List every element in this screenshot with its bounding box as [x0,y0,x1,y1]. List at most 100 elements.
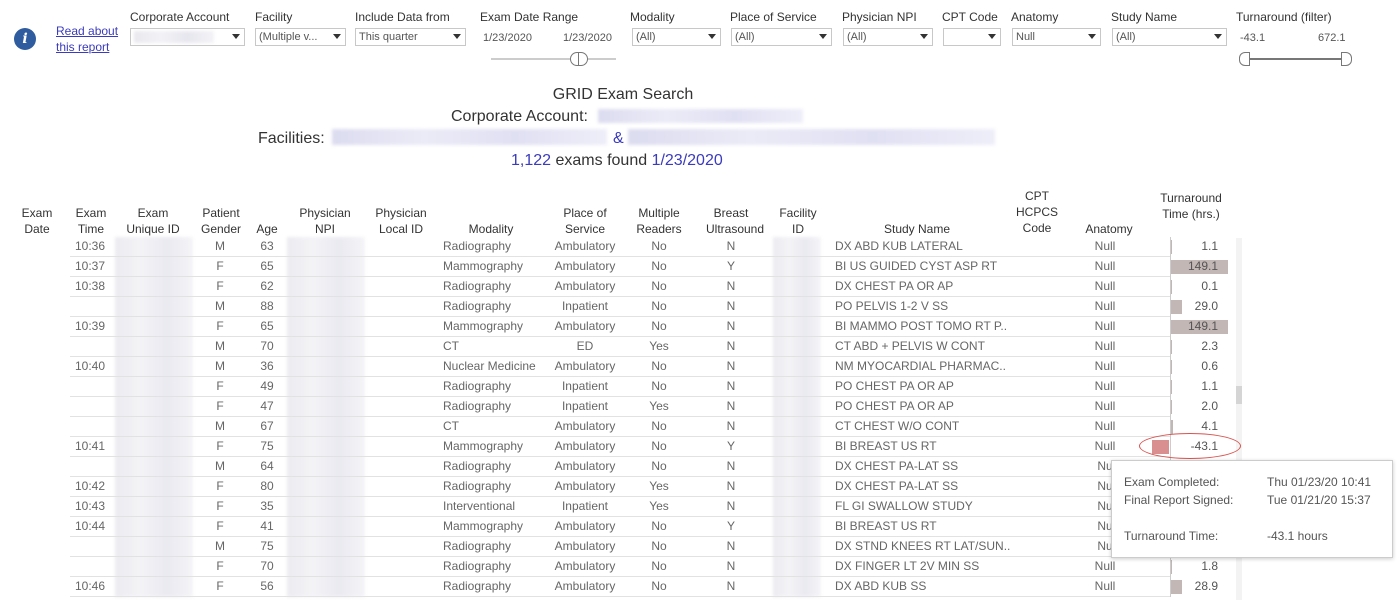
cell-age: 35 [260,499,274,513]
cell-place: Ambulatory [554,279,616,293]
cell-time: 10:46 [75,579,106,593]
cell-study: NM MYOCARDIAL PHARMAC.. [835,359,1006,373]
cell-study: BI MAMMO POST TOMO RT P.. [835,319,1008,333]
cell-multi: No [651,379,667,393]
table-row[interactable]: 10:41 F 75 Mammography Ambulatory No Y BI BREAS… [70,437,1235,457]
cell-breast: N [726,319,736,333]
table-row[interactable]: M 75 Radiography Ambulatory No N DX STND KNEES… [70,537,1235,557]
table-row[interactable]: F 49 Radiography Inpatient No N PO CHEST PA OR… [70,377,1235,397]
cell-time: 10:38 [75,279,106,293]
cell-gender: F [216,439,224,453]
tooltip-tat-value: -43.1 hours [1267,529,1328,543]
cell-gender: F [216,279,224,293]
table-row[interactable]: 10:39 F 65 Mammography Ambulatory No N BI MAMMO… [70,317,1235,337]
cell-multi: No [651,559,667,573]
table-row[interactable]: 10:44 F 41 Mammography Ambulatory No Y BI BREAS… [70,517,1235,537]
cell-place: Ambulatory [554,419,616,433]
cell-age: 67 [260,419,274,433]
cell-gender: M [215,339,225,353]
tooltip-exam-completed-value: Thu 01/23/20 10:41 [1267,475,1372,489]
bar-axis [1170,357,1171,377]
cell-multi: No [651,439,667,453]
cell-place: Ambulatory [554,359,616,373]
cell-study: DX ABD KUB LATERAL [835,239,963,253]
table-row[interactable]: 10:43 F 35 Interventional Inpatient Yes N FL GI… [70,497,1235,517]
table-row[interactable]: M 70 CT ED Yes N CT ABD + PELVIS W CONT Null 2.3 [70,337,1235,357]
cell-breast: N [726,459,736,473]
cell-gender: M [215,539,225,553]
cell-place: Inpatient [561,399,609,413]
table-row[interactable]: F 70 Radiography Ambulatory No N DX FINGER LT … [70,557,1235,577]
cell-age: 70 [260,339,274,353]
cell-time: 10:40 [75,359,106,373]
cell-age: 70 [260,559,274,573]
table-row[interactable]: M 64 Radiography Ambulatory No N DX CHEST PA-L… [70,457,1235,477]
tooltip-exam-completed-label: Exam Completed: [1124,475,1220,489]
bar-axis [1170,317,1171,337]
tooltip-final-signed-value: Tue 01/21/20 15:37 [1267,493,1371,507]
cell-anatomy: Null [1094,299,1116,313]
cell-multi: No [651,579,667,593]
cell-turnaround: 0.1 [1201,279,1218,293]
cell-age: 80 [260,479,274,493]
cell-age: 47 [260,399,274,413]
table-row[interactable]: 10:37 F 65 Mammography Ambulatory No Y BI US GU… [70,257,1235,277]
cell-breast: Y [726,439,735,453]
cell-breast: N [726,399,736,413]
table-row[interactable]: 10:36 M 63 Radiography Ambulatory No N DX ABD K… [70,237,1235,257]
cell-breast: Y [726,259,735,273]
cell-turnaround: 0.6 [1201,359,1218,373]
cell-turnaround: 29.0 [1194,299,1218,313]
cell-study: BI BREAST US RT [835,519,937,533]
table-row[interactable]: M 88 Radiography Inpatient No N PO PELVIS 1-2 … [70,297,1235,317]
cell-anatomy: Null [1094,399,1116,413]
cell-place: Inpatient [561,299,609,313]
cell-study: PO CHEST PA OR AP [835,399,954,413]
cell-multi: No [651,319,667,333]
cell-study: BI US GUIDED CYST ASP RT [835,259,998,273]
cell-breast: N [726,359,736,373]
cell-age: 65 [260,259,274,273]
table-row[interactable]: 10:46 F 56 Radiography Ambulatory No N DX ABD K… [70,577,1235,597]
bar-axis [1170,557,1171,577]
cell-anatomy: Null [1094,379,1116,393]
tooltip-tat-label: Turnaround Time: [1124,529,1219,543]
bar-axis [1170,377,1171,397]
cell-gender: F [216,499,224,513]
cell-study: PO CHEST PA OR AP [835,379,954,393]
cell-breast: N [726,339,736,353]
cell-breast: N [726,479,736,493]
table-row[interactable]: 10:40 M 36 Nuclear Medicine Ambulatory No N NM … [70,357,1235,377]
cell-breast: N [726,379,736,393]
cell-study: CT CHEST W/O CONT [835,419,960,433]
cell-breast: N [726,579,736,593]
cell-study: CT ABD + PELVIS W CONT [835,339,985,353]
cell-turnaround: 2.0 [1201,399,1218,413]
cell-turnaround: 28.9 [1194,579,1218,593]
cell-place: Ambulatory [554,479,616,493]
cell-age: 56 [260,579,274,593]
table-row[interactable]: 10:42 F 80 Radiography Ambulatory Yes N DX CHES… [70,477,1235,497]
cell-multi: No [651,419,667,433]
cell-multi: Yes [649,399,669,413]
cell-gender: M [215,359,225,373]
table-row[interactable]: 10:38 F 62 Radiography Ambulatory No N DX CHEST… [70,277,1235,297]
table-row[interactable]: F 47 Radiography Inpatient Yes N PO CHEST PA O… [70,397,1235,417]
cell-anatomy: Null [1094,439,1116,453]
cell-study: DX CHEST PA OR AP [835,279,954,293]
cell-anatomy: Null [1094,339,1116,353]
cell-study: DX CHEST PA-LAT SS [835,459,959,473]
cell-place: Ambulatory [554,319,616,333]
cell-study: DX CHEST PA-LAT SS [835,479,959,493]
cell-age: 41 [260,519,274,533]
table-row[interactable]: M 67 CT Ambulatory No N CT CHEST W/O CONT Null 4… [70,417,1235,437]
cell-turnaround: 1.1 [1201,239,1218,253]
cell-place: Ambulatory [554,559,616,573]
cell-place: Ambulatory [554,439,616,453]
cell-multi: No [651,359,667,373]
cell-multi: No [651,259,667,273]
cell-gender: F [216,559,224,573]
cell-anatomy: Null [1094,559,1116,573]
cell-gender: M [215,299,225,313]
cell-gender: M [215,239,225,253]
